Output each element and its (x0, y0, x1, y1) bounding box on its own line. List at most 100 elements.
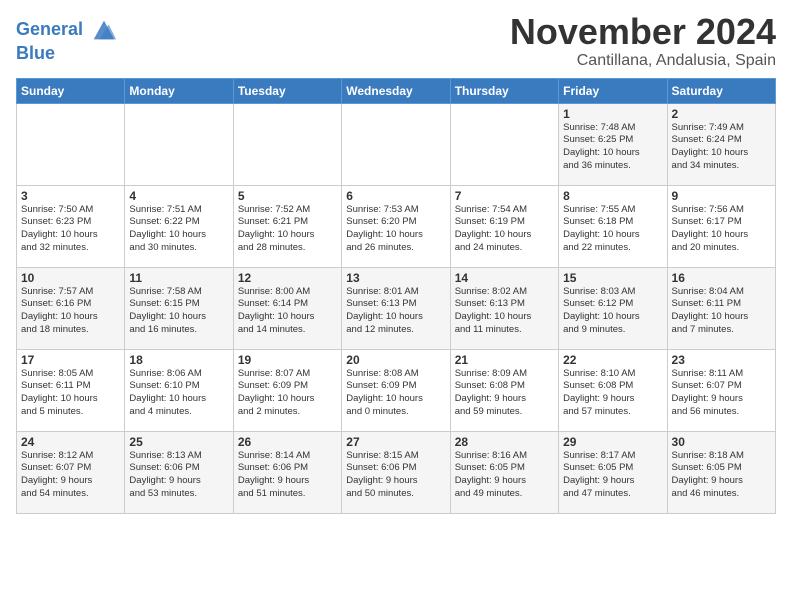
day-content: Sunrise: 7:48 AM Sunset: 6:25 PM Dayligh… (563, 122, 662, 173)
calendar-cell: 25Sunrise: 8:13 AM Sunset: 6:06 PM Dayli… (125, 431, 233, 513)
calendar-cell (450, 103, 558, 185)
day-number: 9 (672, 189, 771, 203)
calendar-cell (125, 103, 233, 185)
header-thursday: Thursday (450, 78, 558, 103)
calendar-cell: 16Sunrise: 8:04 AM Sunset: 6:11 PM Dayli… (667, 267, 775, 349)
day-content: Sunrise: 8:04 AM Sunset: 6:11 PM Dayligh… (672, 286, 771, 337)
calendar-cell: 4Sunrise: 7:51 AM Sunset: 6:22 PM Daylig… (125, 185, 233, 267)
day-content: Sunrise: 8:02 AM Sunset: 6:13 PM Dayligh… (455, 286, 554, 337)
calendar-cell: 7Sunrise: 7:54 AM Sunset: 6:19 PM Daylig… (450, 185, 558, 267)
header-wednesday: Wednesday (342, 78, 450, 103)
day-content: Sunrise: 7:52 AM Sunset: 6:21 PM Dayligh… (238, 204, 337, 255)
day-number: 1 (563, 107, 662, 121)
day-content: Sunrise: 8:14 AM Sunset: 6:06 PM Dayligh… (238, 450, 337, 501)
week-row-5: 24Sunrise: 8:12 AM Sunset: 6:07 PM Dayli… (17, 431, 776, 513)
day-number: 29 (563, 435, 662, 449)
day-number: 20 (346, 353, 445, 367)
day-content: Sunrise: 8:00 AM Sunset: 6:14 PM Dayligh… (238, 286, 337, 337)
day-number: 3 (21, 189, 120, 203)
day-number: 27 (346, 435, 445, 449)
day-number: 14 (455, 271, 554, 285)
day-content: Sunrise: 8:15 AM Sunset: 6:06 PM Dayligh… (346, 450, 445, 501)
day-content: Sunrise: 8:18 AM Sunset: 6:05 PM Dayligh… (672, 450, 771, 501)
day-number: 11 (129, 271, 228, 285)
calendar-cell: 30Sunrise: 8:18 AM Sunset: 6:05 PM Dayli… (667, 431, 775, 513)
calendar-cell: 12Sunrise: 8:00 AM Sunset: 6:14 PM Dayli… (233, 267, 341, 349)
day-content: Sunrise: 7:58 AM Sunset: 6:15 PM Dayligh… (129, 286, 228, 337)
day-number: 12 (238, 271, 337, 285)
day-number: 24 (21, 435, 120, 449)
header-saturday: Saturday (667, 78, 775, 103)
calendar-cell: 15Sunrise: 8:03 AM Sunset: 6:12 PM Dayli… (559, 267, 667, 349)
day-number: 21 (455, 353, 554, 367)
calendar-cell: 24Sunrise: 8:12 AM Sunset: 6:07 PM Dayli… (17, 431, 125, 513)
calendar-table: SundayMondayTuesdayWednesdayThursdayFrid… (16, 78, 776, 514)
calendar-cell: 27Sunrise: 8:15 AM Sunset: 6:06 PM Dayli… (342, 431, 450, 513)
calendar-cell (17, 103, 125, 185)
day-content: Sunrise: 7:51 AM Sunset: 6:22 PM Dayligh… (129, 204, 228, 255)
day-content: Sunrise: 7:53 AM Sunset: 6:20 PM Dayligh… (346, 204, 445, 255)
calendar-cell: 28Sunrise: 8:16 AM Sunset: 6:05 PM Dayli… (450, 431, 558, 513)
calendar-cell: 17Sunrise: 8:05 AM Sunset: 6:11 PM Dayli… (17, 349, 125, 431)
day-number: 7 (455, 189, 554, 203)
day-content: Sunrise: 8:08 AM Sunset: 6:09 PM Dayligh… (346, 368, 445, 419)
day-number: 16 (672, 271, 771, 285)
day-content: Sunrise: 8:17 AM Sunset: 6:05 PM Dayligh… (563, 450, 662, 501)
header: General Blue November 2024 Cantillana, A… (16, 12, 776, 70)
week-row-2: 3Sunrise: 7:50 AM Sunset: 6:23 PM Daylig… (17, 185, 776, 267)
day-content: Sunrise: 8:05 AM Sunset: 6:11 PM Dayligh… (21, 368, 120, 419)
calendar-cell: 18Sunrise: 8:06 AM Sunset: 6:10 PM Dayli… (125, 349, 233, 431)
day-number: 25 (129, 435, 228, 449)
day-content: Sunrise: 8:09 AM Sunset: 6:08 PM Dayligh… (455, 368, 554, 419)
logo-icon (90, 16, 118, 44)
calendar-cell: 2Sunrise: 7:49 AM Sunset: 6:24 PM Daylig… (667, 103, 775, 185)
calendar-cell: 11Sunrise: 7:58 AM Sunset: 6:15 PM Dayli… (125, 267, 233, 349)
day-number: 15 (563, 271, 662, 285)
calendar-cell: 26Sunrise: 8:14 AM Sunset: 6:06 PM Dayli… (233, 431, 341, 513)
calendar-cell: 23Sunrise: 8:11 AM Sunset: 6:07 PM Dayli… (667, 349, 775, 431)
day-number: 4 (129, 189, 228, 203)
day-number: 23 (672, 353, 771, 367)
week-row-4: 17Sunrise: 8:05 AM Sunset: 6:11 PM Dayli… (17, 349, 776, 431)
location-subtitle: Cantillana, Andalusia, Spain (510, 52, 776, 70)
calendar-cell: 14Sunrise: 8:02 AM Sunset: 6:13 PM Dayli… (450, 267, 558, 349)
day-content: Sunrise: 8:13 AM Sunset: 6:06 PM Dayligh… (129, 450, 228, 501)
day-number: 8 (563, 189, 662, 203)
calendar-cell: 6Sunrise: 7:53 AM Sunset: 6:20 PM Daylig… (342, 185, 450, 267)
calendar-cell (342, 103, 450, 185)
calendar-cell: 9Sunrise: 7:56 AM Sunset: 6:17 PM Daylig… (667, 185, 775, 267)
calendar-cell: 22Sunrise: 8:10 AM Sunset: 6:08 PM Dayli… (559, 349, 667, 431)
logo-text: General (16, 16, 118, 44)
day-number: 30 (672, 435, 771, 449)
calendar-cell (233, 103, 341, 185)
day-content: Sunrise: 8:16 AM Sunset: 6:05 PM Dayligh… (455, 450, 554, 501)
days-header-row: SundayMondayTuesdayWednesdayThursdayFrid… (17, 78, 776, 103)
header-tuesday: Tuesday (233, 78, 341, 103)
day-content: Sunrise: 8:12 AM Sunset: 6:07 PM Dayligh… (21, 450, 120, 501)
day-number: 22 (563, 353, 662, 367)
day-number: 10 (21, 271, 120, 285)
calendar-cell: 5Sunrise: 7:52 AM Sunset: 6:21 PM Daylig… (233, 185, 341, 267)
day-content: Sunrise: 8:10 AM Sunset: 6:08 PM Dayligh… (563, 368, 662, 419)
day-content: Sunrise: 8:11 AM Sunset: 6:07 PM Dayligh… (672, 368, 771, 419)
calendar-cell: 20Sunrise: 8:08 AM Sunset: 6:09 PM Dayli… (342, 349, 450, 431)
title-block: November 2024 Cantillana, Andalusia, Spa… (510, 12, 776, 70)
day-content: Sunrise: 7:54 AM Sunset: 6:19 PM Dayligh… (455, 204, 554, 255)
day-number: 28 (455, 435, 554, 449)
header-friday: Friday (559, 78, 667, 103)
day-content: Sunrise: 8:03 AM Sunset: 6:12 PM Dayligh… (563, 286, 662, 337)
calendar-cell: 3Sunrise: 7:50 AM Sunset: 6:23 PM Daylig… (17, 185, 125, 267)
calendar-cell: 1Sunrise: 7:48 AM Sunset: 6:25 PM Daylig… (559, 103, 667, 185)
logo-blue-text: Blue (16, 44, 118, 64)
day-number: 26 (238, 435, 337, 449)
logo: General Blue (16, 16, 118, 64)
day-number: 17 (21, 353, 120, 367)
day-content: Sunrise: 7:56 AM Sunset: 6:17 PM Dayligh… (672, 204, 771, 255)
calendar-cell: 29Sunrise: 8:17 AM Sunset: 6:05 PM Dayli… (559, 431, 667, 513)
day-content: Sunrise: 7:57 AM Sunset: 6:16 PM Dayligh… (21, 286, 120, 337)
day-number: 5 (238, 189, 337, 203)
header-sunday: Sunday (17, 78, 125, 103)
day-content: Sunrise: 7:49 AM Sunset: 6:24 PM Dayligh… (672, 122, 771, 173)
day-content: Sunrise: 7:50 AM Sunset: 6:23 PM Dayligh… (21, 204, 120, 255)
day-number: 2 (672, 107, 771, 121)
